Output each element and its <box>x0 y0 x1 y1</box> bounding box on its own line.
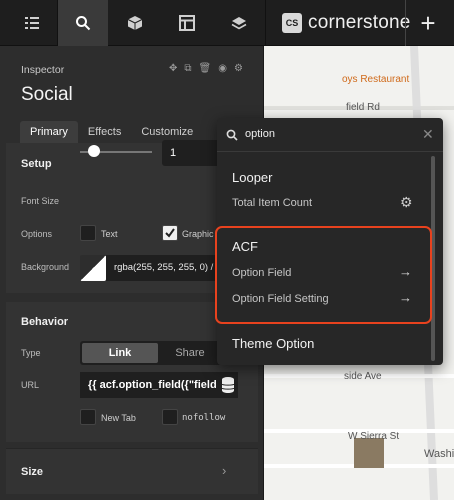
brand-name: cornerstone <box>308 12 411 33</box>
background-swatch[interactable] <box>80 255 106 281</box>
options-label: Options <box>21 229 53 239</box>
map-label-restaurant: oys Restaurant <box>342 74 410 85</box>
elements-button[interactable] <box>110 0 160 46</box>
nofollow-label: nofollow <box>182 413 226 423</box>
layout-button[interactable] <box>162 0 212 46</box>
type-share-option[interactable]: Share <box>160 343 220 363</box>
new-tab-label: New Tab <box>101 413 136 423</box>
background-input[interactable]: rgba(255, 255, 255, 0) / r <box>106 255 222 281</box>
font-size-slider-thumb[interactable] <box>88 145 100 157</box>
tab-primary[interactable]: Primary <box>20 121 78 143</box>
brand: CS cornerstone <box>282 12 411 34</box>
size-title: Size <box>21 466 44 478</box>
copy-icon[interactable]: ⧉ <box>184 63 191 74</box>
group-looper-title: Looper <box>232 170 273 185</box>
eye-icon[interactable]: ◉ <box>218 63 227 74</box>
group-theme-option-title: Theme Option <box>232 336 315 351</box>
inspector-tools: ✥ ⧉ 🗑 ◉ ⚙ <box>169 63 243 74</box>
search-icon <box>76 16 91 31</box>
map-label-road: field Rd <box>346 102 380 113</box>
option-total-item-count[interactable]: Total Item Count <box>232 197 312 209</box>
graphic-option-label: Graphic <box>182 229 214 239</box>
behavior-title: Behavior <box>21 316 69 328</box>
search-input[interactable]: option <box>245 128 275 140</box>
font-size-input[interactable]: 1 <box>162 140 222 166</box>
acf-highlight-box <box>215 226 432 324</box>
element-title: Social <box>21 84 73 105</box>
gear-icon[interactable]: ⚙ <box>400 194 413 211</box>
trash-icon[interactable]: 🗑 <box>199 63 212 74</box>
url-label: URL <box>21 380 40 390</box>
text-checkbox[interactable] <box>80 225 96 241</box>
search-icon <box>226 129 238 141</box>
graphic-checkbox[interactable] <box>162 225 178 241</box>
url-input[interactable]: {{ acf.option_field({"field <box>80 372 238 398</box>
close-icon[interactable]: ✕ <box>422 126 434 143</box>
layout-icon <box>179 15 195 31</box>
setup-title: Setup <box>21 158 52 170</box>
move-icon[interactable]: ✥ <box>169 63 177 74</box>
gear-icon[interactable]: ⚙ <box>234 63 243 74</box>
font-size-label: Font Size <box>21 196 60 206</box>
inspector-label: Inspector <box>21 64 65 76</box>
cornerstone-logo-icon: CS <box>282 13 302 33</box>
background-label: Background <box>21 262 70 272</box>
layers-list-button[interactable] <box>7 0 57 46</box>
new-tab-checkbox[interactable] <box>80 409 96 425</box>
stack-button[interactable] <box>214 0 264 46</box>
check-icon <box>165 228 175 238</box>
nofollow-checkbox[interactable] <box>162 409 178 425</box>
stack-icon <box>231 17 247 30</box>
list-icon <box>25 17 39 29</box>
map-label-avenue: side Ave <box>344 371 382 382</box>
cube-icon <box>127 16 143 30</box>
text-option-label: Text <box>101 229 118 239</box>
database-icon[interactable] <box>220 376 236 394</box>
tab-effects[interactable]: Effects <box>78 121 131 143</box>
type-link-option[interactable]: Link <box>82 343 158 363</box>
size-section[interactable]: Size › <box>6 448 258 494</box>
search-row: option ✕ <box>217 118 443 152</box>
add-button[interactable]: + <box>405 0 450 46</box>
map-label-street: W Sierra St <box>348 431 400 442</box>
chevron-right-icon: › <box>222 463 227 478</box>
search-button[interactable] <box>58 0 108 46</box>
type-segmented-control: Link Share <box>80 341 222 365</box>
top-toolbar: CS cornerstone + <box>0 0 454 46</box>
map-label-washington: Washing <box>424 448 454 460</box>
type-label: Type <box>21 348 41 358</box>
